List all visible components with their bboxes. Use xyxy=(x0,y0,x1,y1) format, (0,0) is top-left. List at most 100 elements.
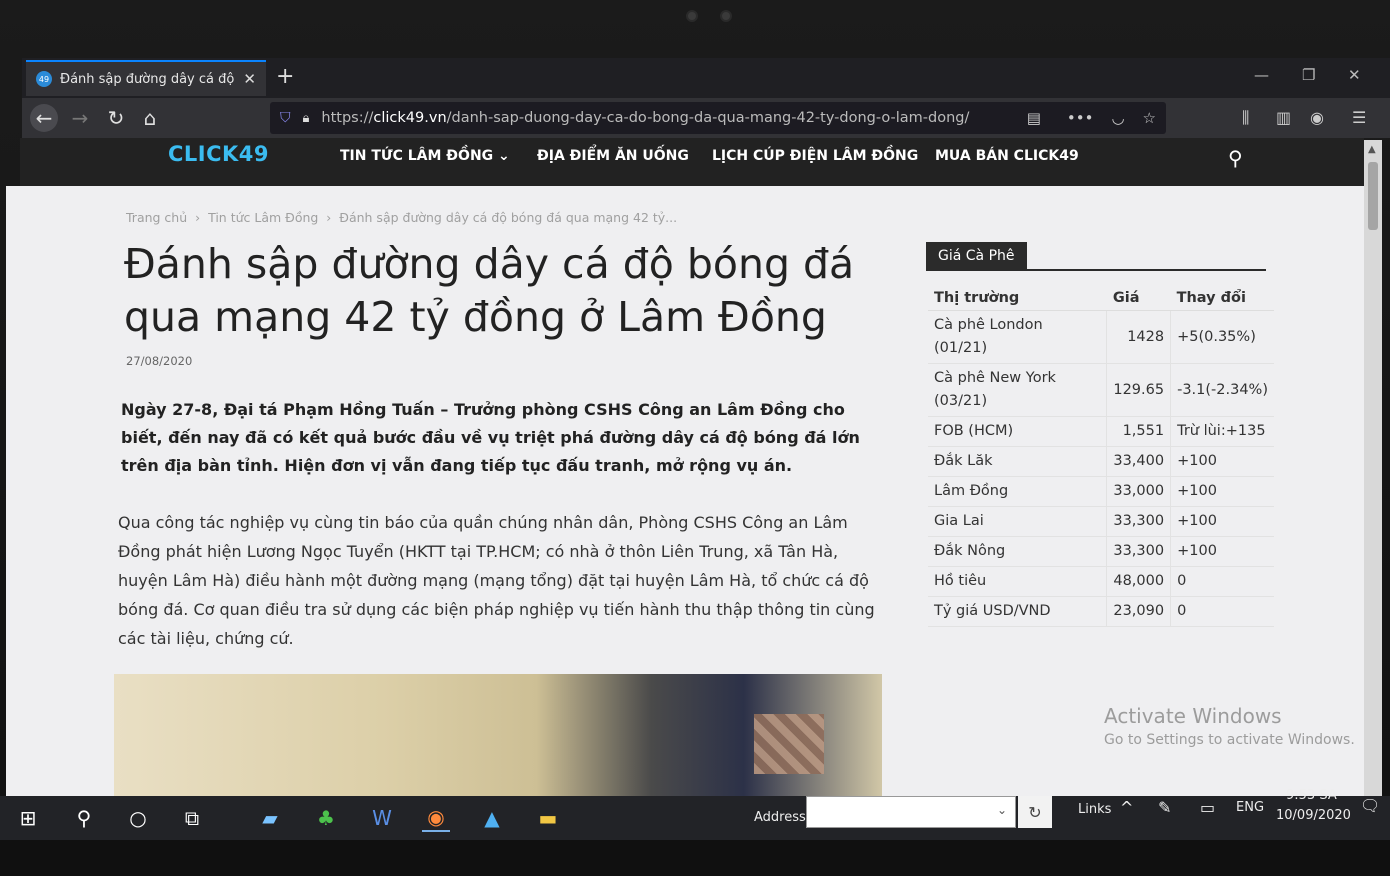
pen-icon[interactable]: ✎ xyxy=(1158,798,1171,817)
desktop-app-icon[interactable]: ▰ xyxy=(256,804,284,832)
menu-item-lich-cup-dien[interactable]: LỊCH CÚP ĐIỆN LÂM ĐỒNG xyxy=(712,148,918,164)
menu-item-tin-tuc[interactable]: TIN TỨC LÂM ĐỒNG ⌄ xyxy=(340,148,510,164)
word-icon[interactable]: W xyxy=(368,804,396,832)
article-photo xyxy=(114,674,882,796)
cell-market: Lâm Đồng xyxy=(928,476,1107,507)
pocket-icon[interactable]: ◡ xyxy=(1111,109,1124,127)
cell-price: 1,551 xyxy=(1106,416,1172,447)
cell-change: +100 xyxy=(1170,476,1274,507)
cell-change: -3.1(-2.34%) xyxy=(1170,363,1274,417)
tab-close-icon[interactable]: ✕ xyxy=(243,70,256,88)
clock-time[interactable]: 9:53 SA xyxy=(1286,788,1337,803)
cell-price: 23,090 xyxy=(1106,596,1172,627)
bookmark-star-icon[interactable]: ☆ xyxy=(1143,109,1156,127)
reader-view-icon[interactable]: ▤ xyxy=(1027,109,1041,127)
search-icon[interactable]: ⚲ xyxy=(70,804,98,832)
restore-icon[interactable]: ❐ xyxy=(1302,66,1315,84)
tracking-shield-icon[interactable]: ⛉ xyxy=(280,110,291,126)
header-price: Giá xyxy=(1106,286,1171,311)
cell-change: +100 xyxy=(1170,446,1274,477)
site-favicon-icon: 49 xyxy=(36,71,52,87)
screen: 49 Đánh sập đường dây cá độ bó ✕ + — ❐ ✕… xyxy=(0,0,1390,876)
scrollbar-thumb[interactable] xyxy=(1368,162,1378,230)
header-change: Thay đổi xyxy=(1170,286,1274,311)
cell-change: +100 xyxy=(1170,536,1274,567)
cell-change: 0 xyxy=(1170,566,1274,597)
article-body: Qua công tác nghiệp vụ cùng tin báo của … xyxy=(118,513,875,648)
address-label: Address xyxy=(754,810,806,825)
site-logo[interactable]: CLICK49 xyxy=(168,142,269,166)
cell-price: 33,300 xyxy=(1106,536,1172,567)
windows-start-icon[interactable]: ⊞ xyxy=(14,804,42,832)
table-row: Cà phê New York (03/21) 129.65 -3.1(-2.34%… xyxy=(928,363,1274,417)
cell-market: Tỷ giá USD/VND xyxy=(928,596,1107,627)
url-text[interactable]: https://click49.vn/danh-sap-duong-day-ca… xyxy=(321,110,1008,126)
forward-arrow-icon[interactable]: → xyxy=(66,104,94,132)
back-arrow-icon[interactable]: ← xyxy=(30,104,58,132)
cell-price: 33,000 xyxy=(1106,476,1172,507)
cell-change: +5(0.35%) xyxy=(1170,310,1274,364)
article-lead: Ngày 27-8, Đại tá Phạm Hồng Tuấn – Trưởn… xyxy=(121,400,860,475)
close-window-icon[interactable]: ✕ xyxy=(1348,66,1361,84)
breadcrumb-home[interactable]: Trang chủ xyxy=(126,210,187,225)
cell-market: FOB (HCM) xyxy=(928,416,1107,447)
cell-price: 33,400 xyxy=(1106,446,1172,477)
screen-bezel xyxy=(0,840,1390,876)
menu-item-mua-ban[interactable]: MUA BÁN CLICK49 xyxy=(935,148,1079,164)
article-title: Đánh sập đường dây cá độ bóng đá qua mạn… xyxy=(124,240,855,341)
task-view-icon[interactable]: ⧉ xyxy=(178,804,206,832)
cell-market: Hồ tiêu xyxy=(928,566,1107,597)
links-toolbar[interactable]: Links xyxy=(1078,802,1111,817)
search-icon[interactable]: ⚲ xyxy=(1228,146,1243,170)
address-input[interactable]: ⌄ xyxy=(806,796,1016,828)
language-indicator[interactable]: ENG xyxy=(1236,800,1264,815)
cell-price: 1428 xyxy=(1106,310,1172,364)
url-prefix: https:// xyxy=(321,110,374,126)
home-icon[interactable]: ⌂ xyxy=(136,104,164,132)
scroll-up-icon[interactable]: ▲ xyxy=(1368,144,1376,155)
menu-label: TIN TỨC LÂM ĐỒNG xyxy=(340,148,494,164)
notification-icon[interactable]: 🗨︎ xyxy=(1360,796,1380,815)
table-row: Gia Lai 33,300 +100 xyxy=(928,506,1274,537)
page-content: Trang chủ › Tin tức Lâm Đồng › Đánh sập … xyxy=(6,186,1364,796)
network-icon[interactable]: ▭ xyxy=(1200,798,1215,817)
table-row: Tỷ giá USD/VND 23,090 0 xyxy=(928,596,1274,627)
file-explorer-icon[interactable]: ▬ xyxy=(534,804,562,832)
breadcrumb-separator: › xyxy=(191,210,205,225)
table-row: Đắk Nông 33,300 +100 xyxy=(928,536,1274,567)
page-scrollbar[interactable]: ▲ xyxy=(1364,140,1382,796)
cell-market: Gia Lai xyxy=(928,506,1107,537)
chevron-down-icon[interactable]: ⌄ xyxy=(997,803,1007,817)
lock-icon[interactable]: 🔒︎ xyxy=(303,111,310,126)
account-icon[interactable]: ◉ xyxy=(1310,108,1324,127)
tray-expand-icon[interactable]: ^ xyxy=(1120,798,1133,817)
green-app-icon[interactable]: ♣ xyxy=(312,804,340,832)
url-bar[interactable]: ⛉ 🔒︎ https://click49.vn/danh-sap-duong-d… xyxy=(270,102,1166,134)
more-actions-icon[interactable]: ••• xyxy=(1067,109,1094,127)
address-go-icon[interactable]: ↻ xyxy=(1018,796,1052,828)
site-header: CLICK49 TIN TỨC LÂM ĐỒNG ⌄ ĐỊA ĐIỂM ĂN U… xyxy=(20,138,1364,186)
coffee-widget-title: Giá Cà Phê xyxy=(926,242,1027,270)
watermark-line1: Activate Windows xyxy=(1104,704,1282,728)
library-icon[interactable]: ⫼ xyxy=(1242,108,1249,128)
reload-icon[interactable]: ↻ xyxy=(102,104,130,132)
firefox-icon[interactable]: ◉ xyxy=(422,804,450,832)
photos-icon[interactable]: ▲ xyxy=(478,804,506,832)
breadcrumb-current: Đánh sập đường dây cá độ bóng đá qua mạn… xyxy=(339,210,678,225)
minimize-icon[interactable]: — xyxy=(1254,66,1269,84)
menu-hamburger-icon[interactable]: ☰ xyxy=(1352,108,1366,127)
breadcrumb-separator: › xyxy=(322,210,336,225)
browser-nav-bar: ← → ↻ ⌂ ⛉ 🔒︎ https://click49.vn/danh-sap… xyxy=(22,98,1390,138)
browser-tab-bar: 49 Đánh sập đường dây cá độ bó ✕ + — ❐ ✕ xyxy=(22,58,1390,98)
camera-sensor xyxy=(720,10,732,22)
cortana-icon[interactable]: ○ xyxy=(124,804,152,832)
clock-date[interactable]: 10/09/2020 xyxy=(1276,808,1351,823)
menu-item-dia-diem[interactable]: ĐỊA ĐIỂM ĂN UỐNG xyxy=(537,148,689,164)
windows-taskbar: ⊞ ⚲ ○ ⧉ ▰ ♣ W ◉ ▲ ▬ Address ⌄ ↻ Links ^ … xyxy=(0,788,1390,840)
new-tab-icon[interactable]: + xyxy=(276,64,294,89)
breadcrumb-category[interactable]: Tin tức Lâm Đồng xyxy=(208,210,318,225)
tab-title: Đánh sập đường dây cá độ bó xyxy=(60,71,236,87)
activate-windows-watermark: Activate Windows Go to Settings to activ… xyxy=(1104,704,1355,748)
browser-tab-active[interactable]: 49 Đánh sập đường dây cá độ bó ✕ xyxy=(26,60,266,96)
sidebar-icon[interactable]: ▥ xyxy=(1276,108,1291,127)
